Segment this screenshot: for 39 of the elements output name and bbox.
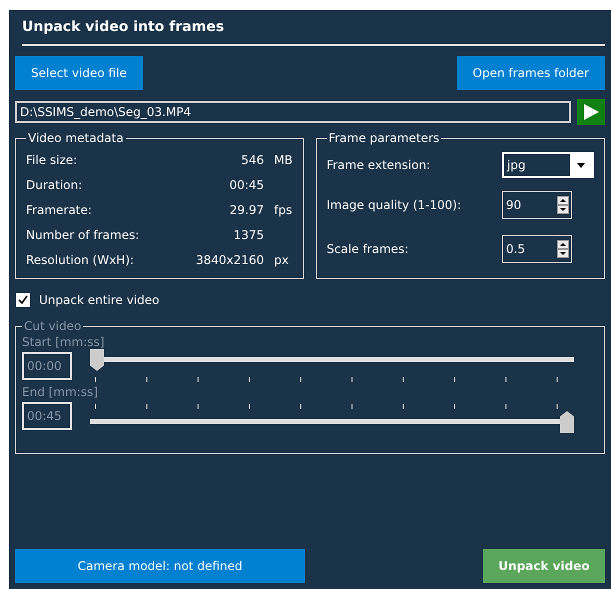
metadata-value: 3840x2160 [194,252,264,266]
spin-down-icon[interactable] [557,249,569,258]
slider-label: Start [mm:ss] [22,335,106,349]
metadata-value: 1375 [232,228,264,242]
window-title: Unpack video into frames [21,18,226,37]
slider-label: End [mm:ss] [22,385,99,399]
metadata-value: 29.97 [228,202,264,216]
group-title: Video metadata [27,131,125,145]
metadata-value: 546 [240,152,264,166]
metadata-label: Resolution (WxH): [26,252,135,266]
checkbox[interactable] [16,293,30,307]
metadata-label: Duration: [26,178,84,192]
spin-up-icon[interactable] [557,240,569,249]
spin-down-icon[interactable] [557,205,569,214]
metadata-value: 00:45 [228,178,264,192]
camera-model-button[interactable]: Camera model: not defined [15,549,305,583]
unpack-video-button[interactable]: Unpack video [483,549,605,583]
dropdown-caret-icon [577,162,585,168]
number-spinner[interactable]: 0.5 [502,235,572,263]
group-title: Cut video [23,319,82,333]
file-path-field[interactable]: D:\SSIMS_demo\Seg_03.MP4 [15,101,571,123]
spin-up-icon[interactable] [557,196,569,205]
parameter-label: Scale frames: [326,242,409,256]
extension-dropdown[interactable]: jpg [502,152,594,178]
metadata-unit: fps [274,202,292,216]
metadata-unit: MB [274,152,293,166]
metadata-label: Number of frames: [26,228,140,242]
group-title: Frame parameters [328,131,440,145]
play-button[interactable] [577,99,605,125]
number-spinner[interactable]: 90 [502,191,572,219]
play-icon [581,102,601,122]
select-file-button[interactable]: Select video file [15,56,143,90]
metadata-unit: px [274,252,289,266]
parameter-label: Image quality (1-100): [326,198,462,212]
parameter-label: Frame extension: [326,158,430,172]
metadata-label: File size: [26,152,78,166]
metadata-label: Framerate: [26,202,93,216]
checkbox-label[interactable]: Unpack entire video [39,293,160,307]
open-folder-button[interactable]: Open frames folder [456,56,605,90]
